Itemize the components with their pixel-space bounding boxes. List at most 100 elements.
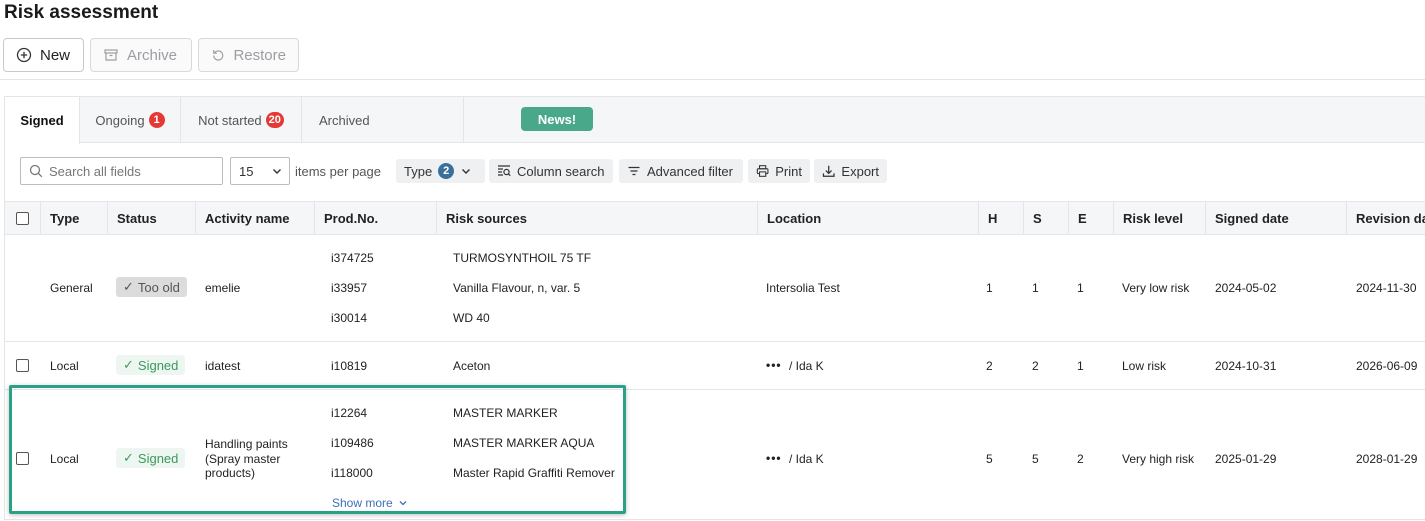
status-badge: ✓ Too old xyxy=(116,277,187,297)
filter-lines-icon xyxy=(628,166,640,176)
tab-bar: Signed Ongoing 1 Not started 20 Archived… xyxy=(5,97,1425,144)
location-cell: / Ida K xyxy=(789,359,824,373)
risk-source: MASTER MARKER xyxy=(453,406,558,420)
print-button[interactable]: Print xyxy=(748,159,810,183)
advanced-filter-button[interactable]: Advanced filter xyxy=(619,159,743,183)
more-options-icon[interactable]: ••• xyxy=(766,358,782,372)
plus-circle-icon xyxy=(16,47,32,63)
select-all-checkbox[interactable] xyxy=(16,211,29,225)
tab-not-started[interactable]: Not started 20 xyxy=(181,97,302,143)
column-header-prod-no[interactable]: Prod.No. xyxy=(315,202,437,234)
archive-button-label: Archive xyxy=(127,46,178,64)
risk-source: Vanilla Flavour, n, var. 5 xyxy=(453,281,581,295)
new-button[interactable]: New xyxy=(3,38,84,72)
news-button[interactable]: News! xyxy=(521,107,593,131)
column-header-type[interactable]: Type xyxy=(41,202,108,234)
table-row[interactable]: Local ✓ Signed idatest i10819 Aceton •••… xyxy=(5,342,1425,390)
table-row[interactable]: General ✓ Too old emelie i374725 i33957 … xyxy=(5,235,1425,342)
chevron-down-icon xyxy=(462,169,471,174)
column-header-location[interactable]: Location xyxy=(758,202,979,234)
advanced-filter-label: Advanced filter xyxy=(647,163,733,179)
risk-source: WD 40 xyxy=(453,311,490,325)
type-filter-button[interactable]: Type 2 xyxy=(396,159,485,183)
check-icon: ✓ xyxy=(123,357,134,372)
column-search-icon xyxy=(498,165,511,177)
table-row[interactable]: Local ✓ Signed Handling paints (Spray ma… xyxy=(5,390,1425,521)
chevron-down-icon xyxy=(273,169,281,174)
h-cell: 5 xyxy=(986,452,993,466)
tab-ongoing[interactable]: Ongoing 1 xyxy=(80,97,181,143)
row-checkbox[interactable] xyxy=(16,452,29,465)
search-placeholder: Search all fields xyxy=(49,163,141,179)
risk-source: TURMOSYNTHOIL 75 TF xyxy=(453,251,592,265)
column-header-risk-sources[interactable]: Risk sources xyxy=(437,202,758,234)
more-options-icon[interactable]: ••• xyxy=(766,451,782,465)
column-header-h[interactable]: H xyxy=(979,202,1024,234)
check-icon: ✓ xyxy=(123,450,134,465)
prod-no: i374725 xyxy=(331,251,374,265)
status-label: Signed xyxy=(137,450,179,466)
restore-button-label: Restore xyxy=(233,46,286,64)
signed-date-cell: 2024-10-31 xyxy=(1215,359,1277,373)
tab-signed[interactable]: Signed xyxy=(5,97,80,144)
row-checkbox[interactable] xyxy=(16,359,29,372)
location-cell: Intersolia Test xyxy=(766,281,840,295)
search-icon xyxy=(29,164,43,178)
column-header-revision-date[interactable]: Revision dat xyxy=(1347,202,1425,234)
prod-no: i118000 xyxy=(331,466,373,480)
column-header-status[interactable]: Status xyxy=(108,202,196,234)
export-button[interactable]: Export xyxy=(814,159,887,183)
divider xyxy=(0,79,1425,80)
download-icon xyxy=(822,165,835,177)
archive-button[interactable]: Archive xyxy=(90,38,192,72)
tab-label: Not started xyxy=(198,112,262,128)
export-label: Export xyxy=(841,163,879,179)
restore-button[interactable]: Restore xyxy=(198,38,299,72)
risk-source: MASTER MARKER AQUA xyxy=(453,436,595,450)
column-search-label: Column search xyxy=(517,163,605,179)
status-label: Too old xyxy=(137,279,180,295)
e-cell: 1 xyxy=(1077,281,1084,295)
risk-source: Master Rapid Graffiti Remover xyxy=(453,466,615,480)
e-cell: 1 xyxy=(1077,359,1084,373)
signed-date-cell: 2025-01-29 xyxy=(1215,452,1277,466)
type-filter-label: Type xyxy=(404,163,433,179)
activity-cell: emelie xyxy=(205,281,241,295)
type-count-badge: 2 xyxy=(438,163,455,179)
tab-archived[interactable]: Archived xyxy=(302,97,464,143)
type-cell: General xyxy=(50,281,93,295)
revision-date-cell: 2024-11-30 xyxy=(1356,281,1417,295)
column-header-risk-level[interactable]: Risk level xyxy=(1114,202,1206,234)
prod-no: i109486 xyxy=(331,436,374,450)
show-more-link[interactable]: Show more xyxy=(332,496,408,510)
revision-date-cell: 2026-06-09 xyxy=(1356,359,1418,373)
h-cell: 1 xyxy=(986,281,993,295)
archive-box-icon xyxy=(104,49,118,61)
signed-date-cell: 2024-05-02 xyxy=(1215,281,1277,295)
type-cell: Local xyxy=(50,359,79,373)
table-header: Type Status Activity name Prod.No. Risk … xyxy=(5,201,1425,235)
h-cell: 2 xyxy=(986,359,993,373)
search-input[interactable]: Search all fields xyxy=(20,157,223,185)
toolbar: New Archive Restore xyxy=(3,38,299,72)
revision-date-cell: 2028-01-29 xyxy=(1356,452,1418,466)
status-label: Signed xyxy=(137,357,179,373)
risk-level-cell: Low risk xyxy=(1122,359,1167,373)
s-cell: 1 xyxy=(1032,281,1039,295)
per-page-select[interactable]: 15 xyxy=(230,157,290,185)
tab-label: Archived xyxy=(319,112,370,128)
column-header-signed-date[interactable]: Signed date xyxy=(1206,202,1347,234)
select-all-cell xyxy=(5,202,41,234)
restore-icon xyxy=(213,50,224,61)
column-search-button[interactable]: Column search xyxy=(489,159,613,183)
risk-level-cell: Very low risk xyxy=(1122,281,1190,295)
status-badge: ✓ Signed xyxy=(116,355,186,375)
column-header-e[interactable]: E xyxy=(1069,202,1114,234)
per-page-value: 15 xyxy=(239,163,254,179)
risk-source: Aceton xyxy=(453,359,491,373)
s-cell: 2 xyxy=(1032,359,1039,373)
column-header-activity[interactable]: Activity name xyxy=(196,202,315,234)
column-header-s[interactable]: S xyxy=(1024,202,1069,234)
new-button-label: New xyxy=(40,46,71,64)
type-cell: Local xyxy=(50,452,79,466)
